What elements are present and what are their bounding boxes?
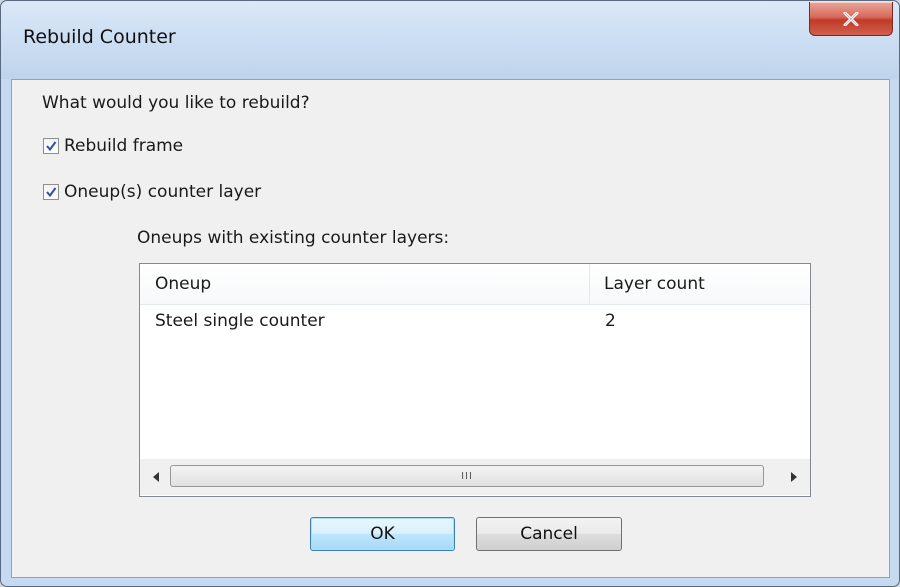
list-header: Oneup Layer count	[140, 264, 810, 305]
oneups-list[interactable]: Oneup Layer count Steel single counter 2…	[139, 263, 811, 497]
column-header-label: Oneup	[155, 274, 212, 294]
column-header-layer-count[interactable]: Layer count	[591, 264, 810, 304]
column-header-oneup[interactable]: Oneup	[140, 264, 590, 304]
close-icon	[843, 11, 859, 26]
cancel-button[interactable]: Cancel	[476, 517, 622, 551]
column-header-label: Layer count	[604, 274, 705, 294]
rebuild-frame-checkbox[interactable]	[43, 138, 59, 154]
dialog-window: Rebuild Counter What would you like to r…	[0, 0, 900, 587]
rebuild-frame-option[interactable]: Rebuild frame	[43, 136, 183, 156]
window-title: Rebuild Counter	[23, 26, 176, 48]
oneup-counter-layer-label[interactable]: Oneup(s) counter layer	[64, 182, 261, 202]
horizontal-scrollbar[interactable]: III	[140, 459, 810, 495]
list-caption: Oneups with existing counter layers:	[137, 228, 450, 248]
scroll-right-arrow-icon	[791, 472, 797, 482]
oneup-counter-layer-checkbox[interactable]	[43, 184, 59, 200]
title-bar[interactable]: Rebuild Counter	[1, 1, 899, 79]
checkmark-icon	[46, 141, 57, 152]
checkmark-icon	[46, 187, 57, 198]
scroll-thumb[interactable]: III	[170, 465, 764, 487]
rebuild-frame-label[interactable]: Rebuild frame	[64, 136, 183, 156]
list-row[interactable]: Steel single counter 2	[140, 305, 810, 335]
scroll-left-button[interactable]	[144, 459, 170, 495]
ok-button[interactable]: OK	[310, 517, 455, 551]
layer-count-cell: 2	[605, 311, 616, 331]
oneup-cell: Steel single counter	[155, 311, 325, 331]
oneup-counter-layer-option[interactable]: Oneup(s) counter layer	[43, 182, 261, 202]
scroll-left-arrow-icon	[153, 472, 159, 482]
prompt-label: What would you like to rebuild?	[42, 93, 310, 113]
scroll-grip: III	[461, 470, 473, 482]
dialog-content: What would you like to rebuild? Rebuild …	[11, 79, 890, 578]
close-button[interactable]	[809, 2, 893, 36]
scroll-right-button[interactable]	[780, 459, 806, 495]
